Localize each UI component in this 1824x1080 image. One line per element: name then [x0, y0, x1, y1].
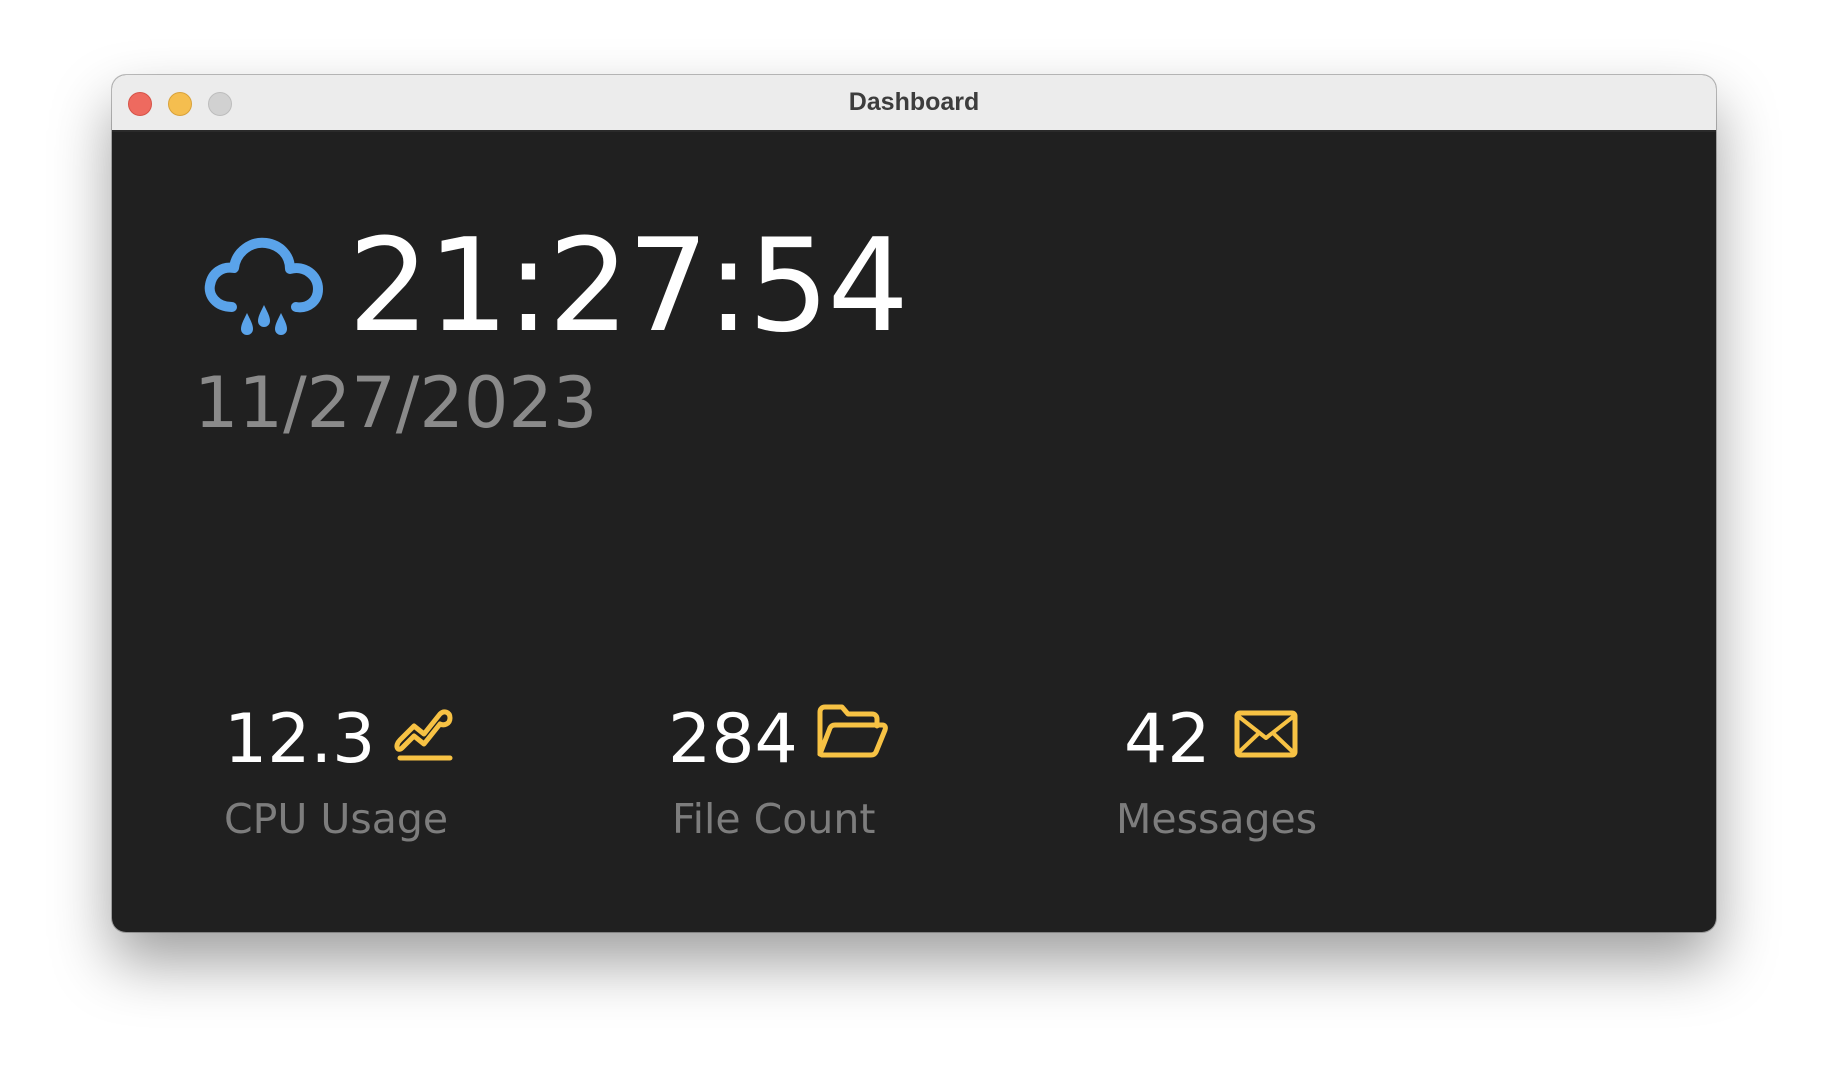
title-bar: Dashboard [112, 75, 1716, 132]
folder-open-icon [817, 704, 888, 758]
clock-time: 21:27:54 [348, 212, 909, 361]
clock-date: 11/27/2023 [194, 362, 598, 444]
stat-value: 284 [668, 700, 798, 779]
rain-cloud-icon [204, 237, 323, 335]
stat-label: CPU Usage [224, 795, 449, 843]
dashboard-content: 21:27:54 11/27/2023 12.3 CPU Usage 284 F… [112, 132, 1716, 932]
stat-label: Messages [1116, 795, 1318, 843]
stat-label: File Count [672, 795, 876, 843]
envelope-icon [1234, 710, 1298, 758]
window-title: Dashboard [848, 88, 980, 116]
chart-line-icon [394, 709, 453, 761]
stat-value: 12.3 [224, 700, 376, 779]
dashboard-window: Dashboard 21:27:54 11/27/2023 12.3 CPU U… [112, 75, 1716, 932]
stat-value: 42 [1124, 700, 1211, 779]
